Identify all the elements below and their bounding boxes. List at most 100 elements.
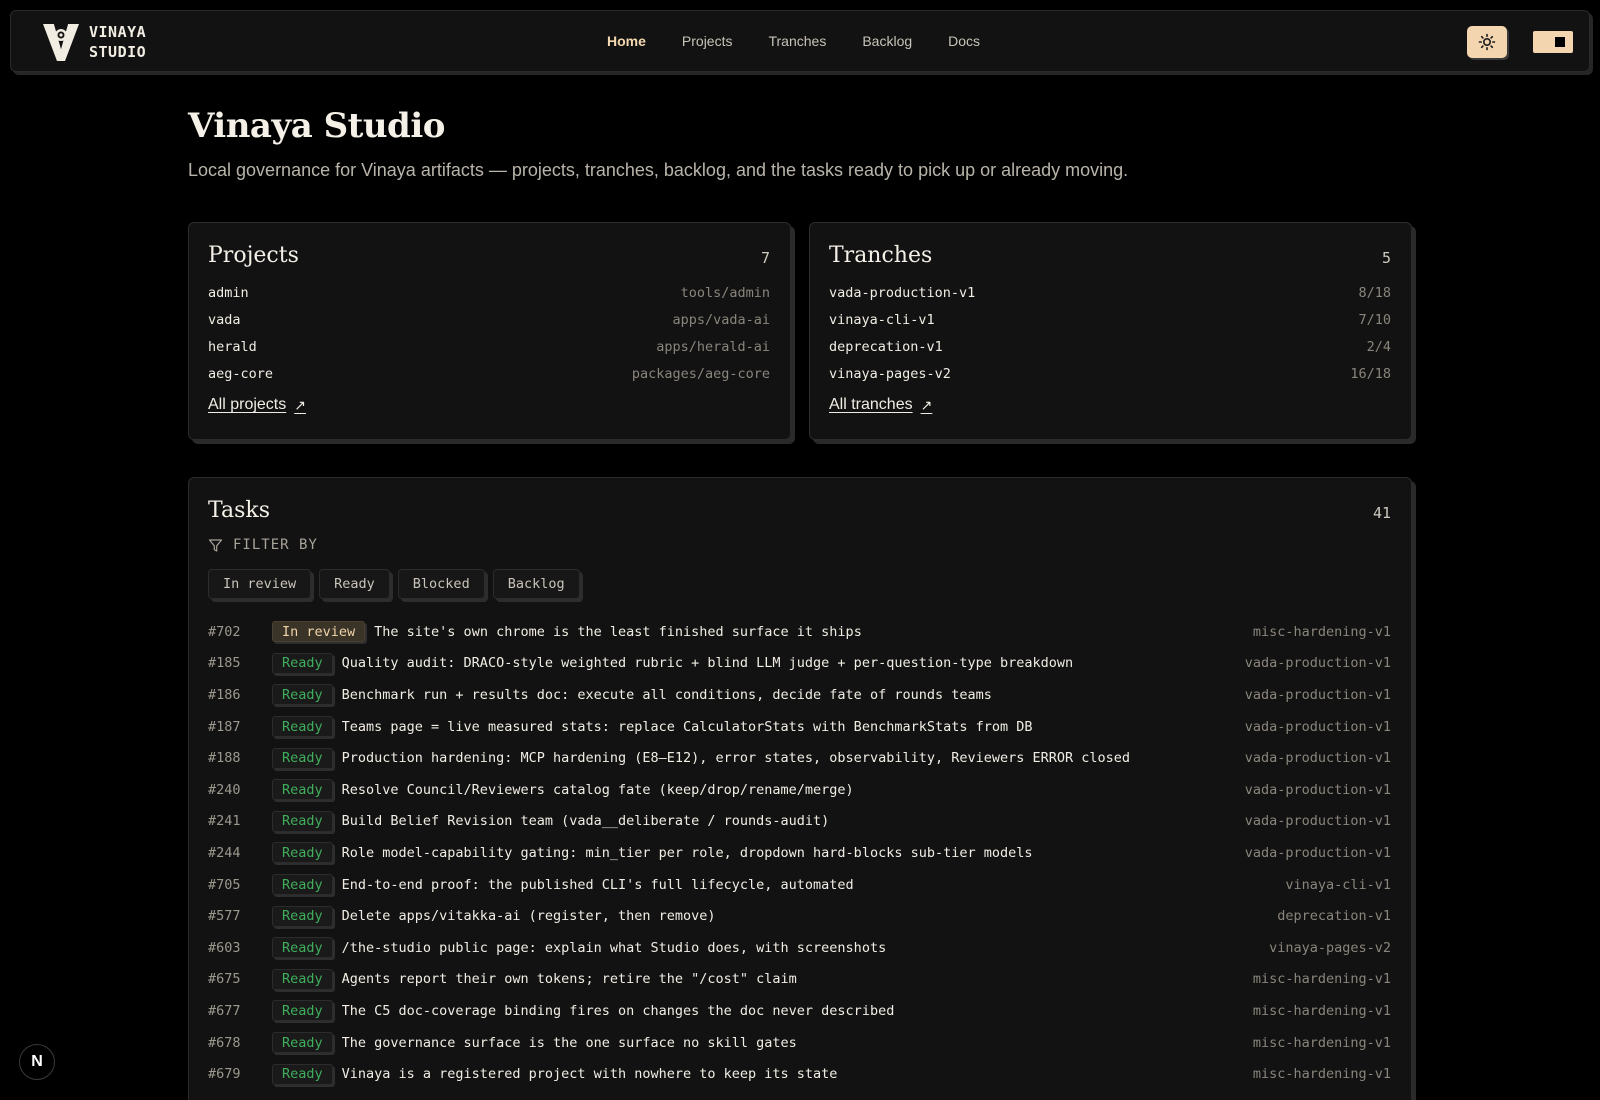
project-path: apps/vada-ai	[672, 311, 770, 328]
task-title[interactable]: Quality audit: DRACO-style weighted rubr…	[342, 655, 1245, 671]
task-tranche[interactable]: misc-hardening-v1	[1253, 971, 1391, 987]
status-badge: In review	[272, 621, 366, 643]
task-title[interactable]: The governance surface is the one surfac…	[342, 1035, 1253, 1051]
task-id: #678	[208, 1034, 241, 1051]
status-badge: Ready	[272, 1000, 333, 1022]
task-title[interactable]: Delete apps/vitakka-ai (register, then r…	[342, 908, 1278, 924]
switch-knob	[1555, 37, 1565, 47]
task-id: #702	[208, 623, 241, 640]
task-title[interactable]: Role model-capability gating: min_tier p…	[342, 845, 1245, 861]
all-tranches-link[interactable]: All tranches ↗	[829, 396, 932, 414]
task-title[interactable]: The C5 doc-coverage binding fires on cha…	[342, 1003, 1253, 1019]
task-row[interactable]: #241 Ready Build Belief Revision team (vad…	[208, 806, 1391, 838]
status-badge: Ready	[272, 779, 333, 801]
task-title[interactable]: Teams page = live measured stats: replac…	[342, 719, 1245, 735]
status-badge: Ready	[272, 652, 333, 674]
tasks-card-title: Tasks	[208, 498, 270, 523]
project-path: packages/aeg-core	[631, 365, 770, 382]
task-id: #577	[208, 908, 241, 925]
task-title[interactable]: /the-studio public page: explain what St…	[342, 940, 1269, 956]
status-badge: Ready	[272, 874, 333, 896]
task-tranche[interactable]: misc-hardening-v1	[1253, 1035, 1391, 1051]
project-row[interactable]: vada apps/vada-ai	[208, 306, 770, 333]
project-row[interactable]: aeg-core packages/aeg-core	[208, 360, 770, 387]
nav-tranches[interactable]: Tranches	[768, 33, 826, 49]
status-badge: Ready	[272, 684, 333, 706]
theme-toggle-button[interactable]	[1467, 26, 1507, 58]
tranche-name: vinaya-cli-v1	[829, 311, 935, 328]
task-tranche[interactable]: vada-production-v1	[1245, 719, 1391, 735]
task-tranche[interactable]: misc-hardening-v1	[1253, 1003, 1391, 1019]
task-title[interactable]: Build Belief Revision team (vada__delibe…	[342, 813, 1245, 829]
nav-home[interactable]: Home	[607, 33, 646, 49]
task-row[interactable]: #702 In review The site's own chrome is th…	[208, 616, 1391, 648]
filter-ready[interactable]: Ready	[319, 569, 390, 599]
tranche-row[interactable]: deprecation-v1 2/4	[829, 333, 1391, 360]
tranche-row[interactable]: vinaya-cli-v1 7/10	[829, 306, 1391, 333]
project-row[interactable]: admin tools/admin	[208, 279, 770, 306]
main-nav: Home Projects Tranches Backlog Docs	[607, 11, 1016, 71]
filter-in-review[interactable]: In review	[208, 569, 312, 599]
task-title[interactable]: Resolve Council/Reviewers catalog fate (…	[342, 782, 1245, 798]
tranche-row[interactable]: vinaya-pages-v2 16/18	[829, 360, 1391, 387]
projects-card: Projects 7 admin tools/admin vada apps/vad…	[188, 222, 791, 440]
task-tranche[interactable]: vada-production-v1	[1245, 845, 1391, 861]
task-title[interactable]: The site's own chrome is the least finis…	[374, 624, 1253, 640]
task-row[interactable]: #675 Ready Agents report their own tokens;…	[208, 964, 1391, 996]
task-id: #677	[208, 1002, 241, 1019]
task-tranche[interactable]: misc-hardening-v1	[1253, 1066, 1391, 1082]
task-tranche[interactable]: vinaya-cli-v1	[1285, 877, 1391, 893]
tranches-card: Tranches 5 vada-production-v1 8/18 vinaya…	[809, 222, 1412, 440]
tranche-row[interactable]: vada-production-v1 8/18	[829, 279, 1391, 306]
filter-blocked[interactable]: Blocked	[397, 569, 485, 599]
task-row[interactable]: #678 Ready The governance surface is the o…	[208, 1027, 1391, 1059]
status-badge: Ready	[272, 1032, 333, 1054]
status-badge: Ready	[272, 937, 333, 959]
task-row[interactable]: #186 Ready Benchmark run + results doc: ex…	[208, 679, 1391, 711]
tranche-name: vinaya-pages-v2	[829, 365, 951, 382]
task-row[interactable]: #240 Ready Resolve Council/Reviewers catal…	[208, 774, 1391, 806]
all-tranches-label: All tranches	[829, 396, 913, 413]
task-row[interactable]: #187 Ready Teams page = live measured stat…	[208, 711, 1391, 743]
filter-label: FILTER BY	[208, 537, 318, 553]
tranche-progress: 16/18	[1350, 365, 1391, 382]
project-row[interactable]: herald apps/herald-ai	[208, 333, 770, 360]
task-id: #188	[208, 750, 241, 767]
tranche-progress: 2/4	[1366, 338, 1391, 355]
task-title[interactable]: End-to-end proof: the published CLI's fu…	[342, 877, 1286, 893]
task-title[interactable]: Production hardening: MCP hardening (E8–…	[342, 750, 1245, 766]
task-title[interactable]: Benchmark run + results doc: execute all…	[342, 687, 1245, 703]
task-row[interactable]: #577 Ready Delete apps/vitakka-ai (registe…	[208, 900, 1391, 932]
task-row[interactable]: #188 Ready Production hardening: MCP harde…	[208, 742, 1391, 774]
task-id: #240	[208, 781, 241, 798]
task-tranche[interactable]: vada-production-v1	[1245, 687, 1391, 703]
nav-projects[interactable]: Projects	[682, 33, 733, 49]
task-tranche[interactable]: deprecation-v1	[1277, 908, 1391, 924]
task-tranche[interactable]: vada-production-v1	[1245, 655, 1391, 671]
tranche-progress: 8/18	[1358, 284, 1391, 301]
task-title[interactable]: Agents report their own tokens; retire t…	[342, 971, 1253, 987]
mode-switch[interactable]	[1533, 31, 1573, 53]
task-title[interactable]: Vinaya is a registered project with nowh…	[342, 1066, 1253, 1082]
task-tranche[interactable]: vada-production-v1	[1245, 750, 1391, 766]
nav-backlog[interactable]: Backlog	[862, 33, 912, 49]
next-devtools-badge[interactable]: N	[19, 1044, 55, 1080]
nav-docs[interactable]: Docs	[948, 33, 980, 49]
task-row[interactable]: #244 Ready Role model-capability gating: m…	[208, 837, 1391, 869]
task-row[interactable]: #603 Ready/the-studio public page: explai…	[208, 932, 1391, 964]
task-row[interactable]: #185 Ready Quality audit: DRACO-style weig…	[208, 648, 1391, 680]
task-row[interactable]: #677 Ready The C5 doc-coverage binding fir…	[208, 995, 1391, 1027]
task-tranche[interactable]: vinaya-pages-v2	[1269, 940, 1391, 956]
status-badge: Ready	[272, 747, 333, 769]
all-projects-link[interactable]: All projects ↗	[208, 396, 306, 414]
task-row[interactable]: #679 Ready Vinaya is a registered project …	[208, 1058, 1391, 1090]
task-tranche[interactable]: vada-production-v1	[1245, 813, 1391, 829]
task-id: #244	[208, 844, 241, 861]
filter-backlog[interactable]: Backlog	[492, 569, 580, 599]
tranches-card-title: Tranches	[829, 243, 933, 268]
tranche-name: vada-production-v1	[829, 284, 976, 301]
task-tranche[interactable]: misc-hardening-v1	[1253, 624, 1391, 640]
brand[interactable]: VINAYA STUDIO	[41, 21, 146, 63]
task-tranche[interactable]: vada-production-v1	[1245, 782, 1391, 798]
task-row[interactable]: #705 Ready End-to-end proof: the published…	[208, 869, 1391, 901]
